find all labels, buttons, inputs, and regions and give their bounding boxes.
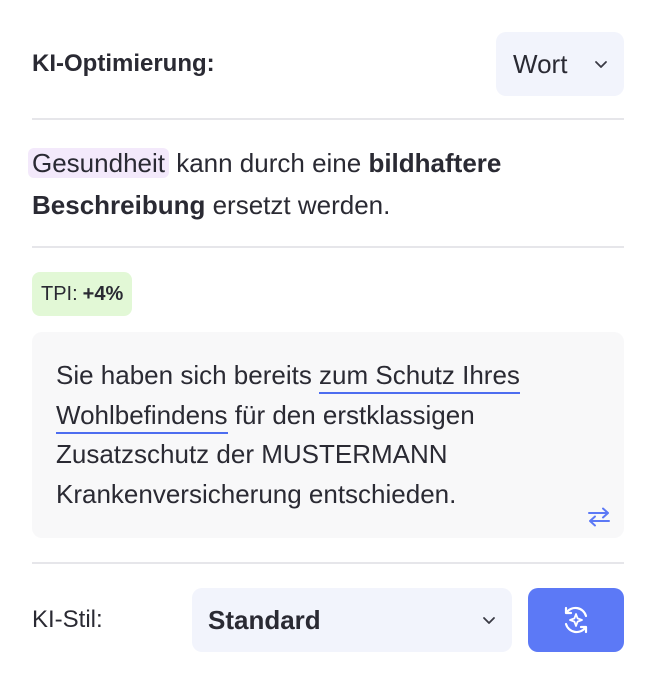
panel-header: KI-Optimierung: Wort bbox=[32, 32, 624, 96]
regenerate-button[interactable] bbox=[528, 588, 624, 652]
optimized-text: Sie haben sich bereits zum Schutz Ihres … bbox=[56, 356, 600, 514]
chevron-down-icon bbox=[483, 617, 495, 624]
optimized-text-box[interactable]: Sie haben sich bereits zum Schutz Ihres … bbox=[32, 332, 624, 538]
highlighted-word[interactable]: Gesundheit bbox=[28, 148, 169, 178]
mode-select-value: Wort bbox=[513, 48, 568, 79]
suggestion-end: ersetzt werden. bbox=[205, 190, 391, 220]
divider bbox=[32, 118, 624, 120]
suggestion-middle: kann durch eine bbox=[168, 148, 369, 178]
swap-arrows-icon[interactable] bbox=[586, 506, 612, 528]
chevron-down-icon bbox=[595, 61, 607, 68]
divider bbox=[32, 246, 624, 248]
style-label: KI-Stil: bbox=[32, 606, 103, 633]
style-select[interactable]: Standard bbox=[192, 588, 512, 652]
mode-select[interactable]: Wort bbox=[496, 32, 624, 96]
tpi-badge: TPI: +4% bbox=[32, 272, 133, 316]
panel-title: KI-Optimierung: bbox=[32, 50, 215, 77]
panel-footer: KI-Stil: Standard bbox=[32, 588, 624, 652]
tpi-label: TPI: bbox=[41, 282, 78, 305]
text-part-1: Sie haben sich bereits bbox=[56, 360, 320, 390]
style-select-value: Standard bbox=[208, 604, 321, 635]
refresh-sparkle-icon bbox=[564, 606, 588, 634]
divider bbox=[32, 562, 624, 564]
suggestion-text: Gesundheit kann durch eine bildhaftere B… bbox=[28, 142, 624, 226]
tpi-value: +4% bbox=[82, 282, 124, 305]
